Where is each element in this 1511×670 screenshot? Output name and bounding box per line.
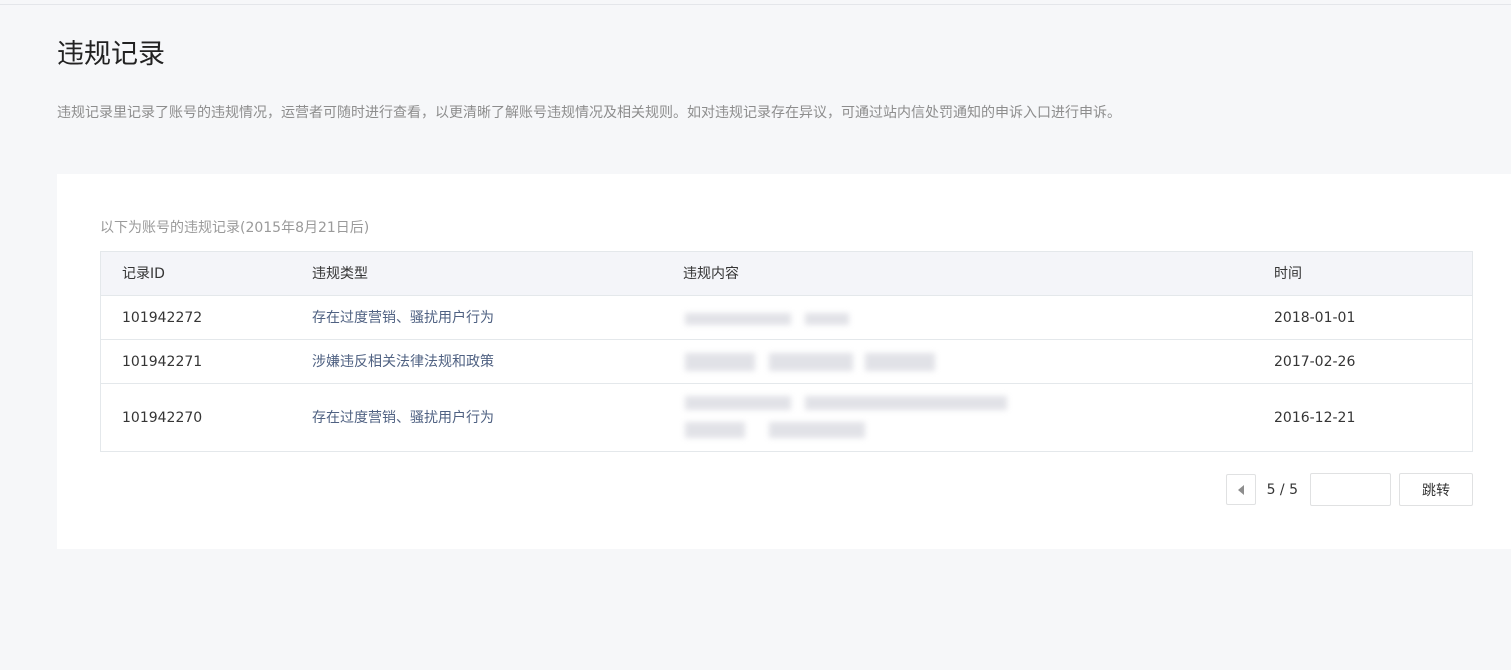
record-time: 2018-01-01 bbox=[1274, 309, 1356, 326]
top-divider bbox=[0, 4, 1511, 5]
record-id: 101942270 bbox=[122, 409, 203, 426]
table-header: 记录ID 违规类型 违规内容 时间 bbox=[101, 252, 1472, 296]
column-header-content: 违规内容 bbox=[683, 265, 739, 282]
column-header-type: 违规类型 bbox=[312, 265, 368, 282]
record-content-blurred bbox=[683, 308, 883, 328]
record-content-blurred bbox=[683, 392, 1023, 444]
record-type: 存在过度营销、骚扰用户行为 bbox=[312, 409, 494, 426]
page-jump-input[interactable] bbox=[1310, 473, 1391, 506]
record-content-blurred bbox=[683, 349, 963, 375]
column-header-id: 记录ID bbox=[122, 265, 165, 282]
pagination: 5 / 5 跳转 bbox=[1225, 473, 1473, 506]
page-indicator: 5 / 5 bbox=[1266, 481, 1298, 498]
record-id: 101942272 bbox=[122, 309, 203, 326]
jump-button[interactable]: 跳转 bbox=[1399, 473, 1473, 506]
records-table: 记录ID 违规类型 违规内容 时间 101942272 存在过度营销、骚扰用户行… bbox=[100, 251, 1473, 452]
page-description: 违规记录里记录了账号的违规情况，运营者可随时进行查看，以更清晰了解账号违规情况及… bbox=[57, 105, 1121, 121]
record-type: 存在过度营销、骚扰用户行为 bbox=[312, 309, 494, 326]
record-type: 涉嫌违反相关法律法规和政策 bbox=[312, 353, 494, 370]
record-time: 2016-12-21 bbox=[1274, 409, 1356, 426]
record-id: 101942271 bbox=[122, 353, 203, 370]
records-card: 以下为账号的违规记录(2015年8月21日后) 记录ID 违规类型 违规内容 时… bbox=[57, 174, 1511, 549]
table-row: 101942270 存在过度营销、骚扰用户行为 2016-12-21 bbox=[101, 384, 1472, 451]
table-row: 101942272 存在过度营销、骚扰用户行为 2018-01-01 bbox=[101, 296, 1472, 340]
page-title: 违规记录 bbox=[57, 39, 165, 70]
prev-page-button[interactable] bbox=[1225, 474, 1256, 505]
records-caption: 以下为账号的违规记录(2015年8月21日后) bbox=[100, 220, 370, 236]
caret-left-icon bbox=[1237, 484, 1244, 495]
column-header-time: 时间 bbox=[1274, 265, 1302, 282]
record-time: 2017-02-26 bbox=[1274, 353, 1356, 370]
table-row: 101942271 涉嫌违反相关法律法规和政策 2017-02-26 bbox=[101, 340, 1472, 384]
